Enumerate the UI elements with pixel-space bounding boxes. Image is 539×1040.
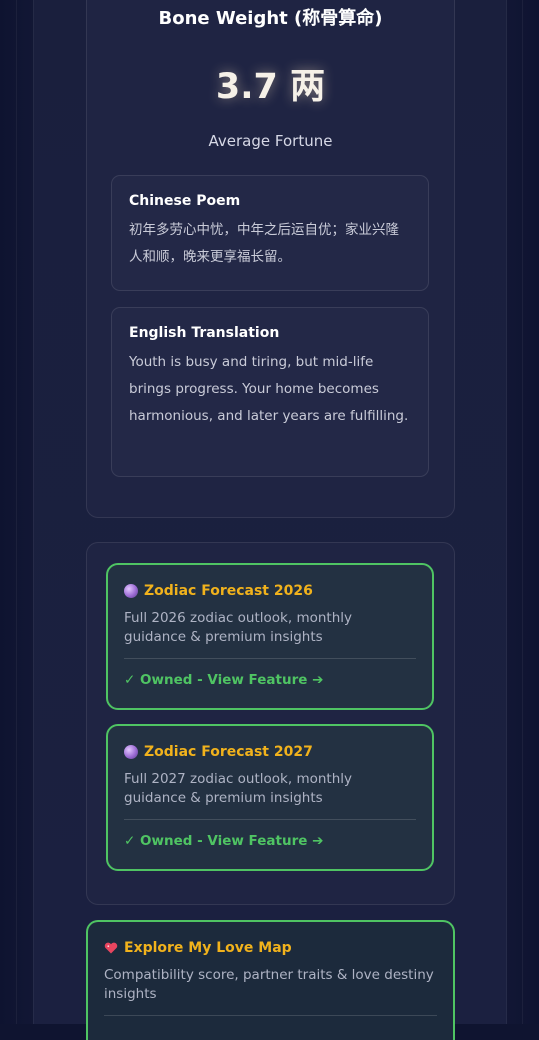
- bone-weight-title: Bone Weight (称骨算命): [158, 8, 383, 29]
- english-translation-text: Youth is busy and tiring, but mid-life b…: [129, 354, 409, 424]
- feature-title: Zodiac Forecast 2027: [144, 744, 313, 760]
- divider: [124, 658, 416, 659]
- divider: [124, 819, 416, 820]
- love-map-description: Compatibility score, partner traits & lo…: [104, 967, 434, 1002]
- english-translation-box: English Translation Youth is busy and ti…: [111, 307, 429, 477]
- english-translation-heading: English Translation: [129, 325, 280, 341]
- feature-description: Full 2026 zodiac outlook, monthly guidan…: [124, 610, 353, 645]
- feature-title: Zodiac Forecast 2026: [144, 583, 313, 599]
- chinese-poem-box: Chinese Poem 初年多劳心中忧，中年之后运自优；家业兴隆人和顺，晚来更…: [111, 175, 429, 291]
- view-feature-link[interactable]: ✓ Owned - View Feature ➔: [124, 833, 416, 849]
- crystal-ball-icon: [124, 745, 138, 759]
- sparkling-heart-icon: [104, 942, 118, 954]
- feature-card-zodiac-2027[interactable]: Zodiac Forecast 2027 Full 2027 zodiac ou…: [106, 724, 434, 871]
- fortune-label: Average Fortune: [208, 132, 333, 150]
- background-stripe: [16, 0, 17, 1024]
- love-map-card[interactable]: Explore My Love Map Compatibility score,…: [86, 920, 455, 1040]
- chinese-poem-text: 初年多劳心中忧，中年之后运自优；家业兴隆人和顺，晚来更享福长留。: [129, 222, 399, 265]
- bone-weight-value: 3.7 两: [215, 67, 326, 107]
- feature-description: Full 2027 zodiac outlook, monthly guidan…: [124, 771, 353, 806]
- divider: [104, 1015, 437, 1016]
- view-feature-link[interactable]: ✓ Owned - View Feature ➔: [124, 672, 416, 688]
- crystal-ball-icon: [124, 584, 138, 598]
- chinese-poem-heading: Chinese Poem: [129, 193, 241, 209]
- background-stripe: [522, 0, 523, 1024]
- feature-card-zodiac-2026[interactable]: Zodiac Forecast 2026 Full 2026 zodiac ou…: [106, 563, 434, 710]
- love-map-title: Explore My Love Map: [124, 940, 292, 956]
